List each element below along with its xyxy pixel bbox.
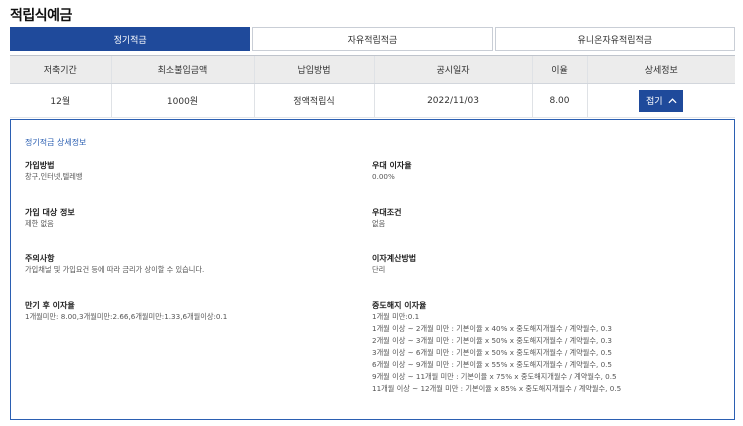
preferential-rate-label: 우대 이자율 [372,161,412,170]
early-termination-line: 2개월 이상 ~ 3개월 미만 : 기본이율 x 50% x 중도해지개월수 /… [372,336,612,345]
early-termination-line: 9개월 이상 ~ 11개월 미만 : 기본이율 x 75% x 중도해지개월수 … [372,372,617,381]
interest-method-value: 단리 [372,265,386,274]
maturity-rate-field: 만기 후 이자율 1개월미만: 8.00,3개월미만:2.66,6개월미만:1.… [25,300,227,323]
fold-button[interactable]: 접기 [639,89,684,112]
join-method-field: 가입방법 창구,인터넷,텔레뱅 [25,160,82,183]
caution-value: 가입채널 및 가입요건 등에 따라 금리가 상이할 수 있습니다. [25,265,205,274]
eligibility-label: 가입 대상 정보 [25,208,75,217]
header-period: 저축기간 [10,55,111,84]
caution-field: 주의사항 가입채널 및 가입요건 등에 따라 금리가 상이할 수 있습니다. [25,253,204,276]
tab-free-installment[interactable]: 자유적립적금 [252,27,493,51]
interest-method-field: 이자계산방법 단리 [372,253,416,276]
fold-button-label: 접기 [645,97,663,107]
eligibility-field: 가입 대상 정보 제한 없음 [25,207,75,230]
early-termination-label: 중도해지 이자율 [372,301,427,310]
cell-detail: 접기 [586,83,735,118]
table-row: 12월 1000원 정액적립식 2022/11/03 8.00 접기 [10,83,735,118]
table-header-row: 저축기간 최소불입금액 납입방법 공시일자 이율 상세정보 [10,55,735,84]
header-detail: 상세정보 [586,55,735,84]
join-method-value: 창구,인터넷,텔레뱅 [25,172,83,181]
header-min-amount: 최소불입금액 [110,55,254,84]
caution-label: 주의사항 [25,254,55,263]
header-payment-method: 납입방법 [253,55,374,84]
cell-payment-method: 정액적립식 [253,83,374,118]
early-termination-line: 1개월 이상 ~ 2개월 미만 : 기본이율 x 40% x 중도해지개월수 /… [372,324,612,333]
product-tabs: 정기적금 자유적립적금 유니온자유적립적금 [10,27,735,51]
tab-regular-installment[interactable]: 정기적금 [10,27,251,51]
cell-min-amount: 1000원 [110,83,254,118]
cell-rate: 8.00 [531,83,587,118]
preferential-rate-value: 0.00% [372,172,395,181]
header-notice-date: 공시일자 [373,55,532,84]
early-termination-field: 중도해지 이자율 1개월 미만:0.1 1개월 이상 ~ 2개월 미만 : 기본… [372,300,621,395]
join-method-label: 가입방법 [25,161,55,170]
cell-notice-date: 2022/11/03 [373,83,532,118]
preferential-condition-label: 우대조건 [372,208,402,217]
detail-panel-title: 정기적금 상세정보 [25,138,87,147]
detail-panel: 정기적금 상세정보 가입방법 창구,인터넷,텔레뱅 가입 대상 정보 제한 없음… [10,119,735,420]
tab-union-free-installment[interactable]: 유니온자유적립적금 [494,27,735,51]
interest-method-label: 이자계산방법 [372,254,417,263]
early-termination-line: 3개월 이상 ~ 6개월 미만 : 기본이율 x 50% x 중도해지개월수 /… [372,348,612,357]
eligibility-value: 제한 없음 [25,219,54,228]
page-title: 적립식예금 [10,8,72,24]
header-rate: 이율 [531,55,587,84]
early-termination-line: 11개월 이상 ~ 12개월 미만 : 기본이율 x 85% x 중도해지개월수… [372,384,622,393]
chevron-up-icon [667,97,677,103]
preferential-condition-value: 없음 [372,219,386,228]
rate-table: 저축기간 최소불입금액 납입방법 공시일자 이율 상세정보 12월 1000원 … [10,55,735,118]
cell-period: 12월 [10,83,111,118]
maturity-rate-value: 1개월미만: 8.00,3개월미만:2.66,6개월미만:1.33,6개월이상:… [25,312,228,321]
maturity-rate-label: 만기 후 이자율 [25,301,75,310]
early-termination-line: 6개월 이상 ~ 9개월 미만 : 기본이율 x 55% x 중도해지개월수 /… [372,360,612,369]
preferential-condition-field: 우대조건 없음 [372,207,401,230]
preferential-rate-field: 우대 이자율 0.00% [372,160,412,183]
early-termination-line: 1개월 미만:0.1 [372,312,420,321]
